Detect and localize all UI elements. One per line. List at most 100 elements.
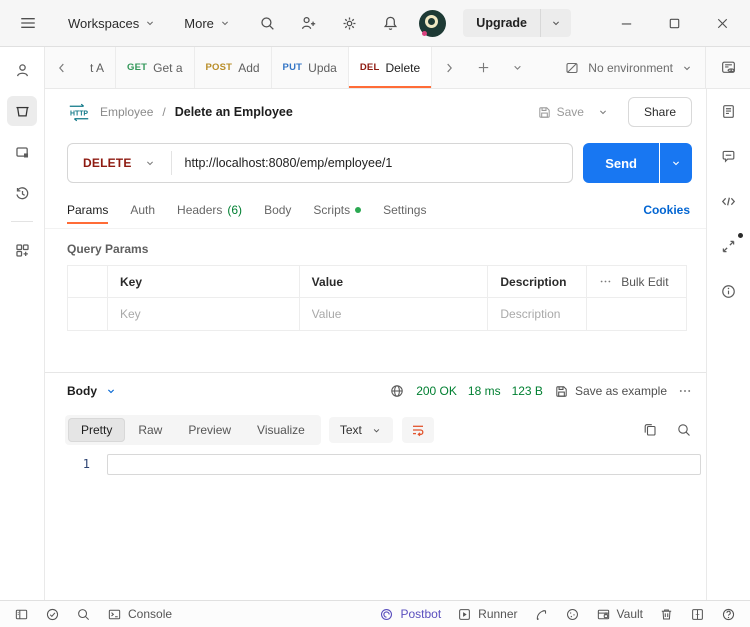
more-menu[interactable]: More [184,16,231,31]
tab-label: Get a [153,60,183,75]
response-size[interactable]: 123 B [512,384,543,398]
response-pane: Body 200 OK 18 ms 123 B Save as example … [45,372,706,600]
more-options-icon [599,275,612,288]
save-as-example-button[interactable]: Save as example [554,384,667,399]
tab-forward-icon[interactable] [432,47,466,88]
method-dropdown[interactable]: DELETE [68,156,171,170]
request-tab-1[interactable]: GET Get a [116,47,195,88]
tab-auth[interactable]: Auth [130,191,155,228]
chevron-down-icon [219,17,231,29]
key-input[interactable] [120,307,287,321]
code-snippet-icon[interactable] [715,187,743,215]
tab-back-icon[interactable] [45,47,79,88]
request-tab-2[interactable]: POST Add [195,47,272,88]
more-label: More [184,15,214,31]
bulk-edit-button[interactable]: Bulk Edit [587,266,686,297]
request-tab-0[interactable]: t A [79,47,117,88]
tab-headers[interactable]: Headers (6) [177,191,242,228]
close-window-icon[interactable] [710,11,734,35]
view-pretty[interactable]: Pretty [68,418,126,442]
checks-icon[interactable] [41,607,64,622]
capture-requests-icon[interactable] [530,607,553,622]
status-badge[interactable]: 200 OK [416,384,457,398]
save-button[interactable]: Save [537,105,584,120]
help-icon[interactable] [717,607,740,622]
save-options-chevron-icon[interactable] [597,106,609,118]
environment-quick-look-icon[interactable] [705,47,750,88]
response-body-line[interactable] [107,454,701,475]
notifications-bell-icon[interactable] [378,11,402,35]
tab-settings[interactable]: Settings [383,191,426,228]
upgrade-button[interactable]: Upgrade [463,9,540,37]
view-visualize[interactable]: Visualize [244,418,318,442]
no-environment-icon [564,60,580,76]
copy-icon[interactable] [642,422,658,438]
window-controls [614,11,734,35]
sidebar-configure-modules-icon[interactable] [7,235,37,265]
tab-body[interactable]: Body [264,191,291,228]
response-body-dropdown[interactable]: Body [67,384,117,398]
minimize-window-icon[interactable] [614,11,638,35]
request-tab-strip: t A GET Get a POST Add PUT Upda DEL Dele… [45,47,750,89]
row-select-cell[interactable] [68,298,108,330]
sidebar-item-history-icon[interactable] [7,178,37,208]
workspaces-menu[interactable]: Workspaces [68,16,156,31]
description-input[interactable] [500,307,575,321]
environment-selector[interactable]: No environment [552,47,705,88]
cookies-icon[interactable] [561,607,584,622]
value-input[interactable] [311,307,476,321]
tab-params[interactable]: Params [67,191,109,228]
breadcrumb-collection[interactable]: Employee [100,105,153,119]
main-menu-icon[interactable] [16,11,40,35]
url-input[interactable] [171,156,573,170]
wrap-line-icon[interactable] [401,417,434,443]
upgrade-chevron-down-icon[interactable] [541,9,571,37]
format-dropdown[interactable]: Text [328,417,393,443]
vault-button[interactable]: Vault [592,607,647,622]
send-button[interactable]: Send [583,143,659,183]
toggle-sidebar-icon[interactable] [10,607,33,622]
postbot-icon [379,607,394,622]
tab-scripts[interactable]: Scripts [313,191,362,228]
split-pane-icon[interactable] [686,607,709,622]
find-replace-icon[interactable] [72,607,95,622]
sidebar-item-environments-icon[interactable] [7,137,37,167]
app-header: Workspaces More Upgrade [0,0,750,47]
runner-button[interactable]: Runner [453,607,521,622]
query-params-title: Query Params [67,242,149,256]
share-button[interactable]: Share [627,97,692,127]
add-tab-icon[interactable] [466,47,500,88]
related-requests-icon[interactable] [715,232,743,260]
request-tab-3[interactable]: PUT Upda [272,47,349,88]
response-more-options-icon[interactable] [678,384,692,398]
request-tab-4-active[interactable]: DEL Delete [348,47,433,88]
sidebar-item-apis-icon[interactable] [7,55,37,85]
value-cell [300,298,489,330]
postbot-button[interactable]: Postbot [375,607,445,622]
response-body-editor: 1 [45,451,706,600]
settings-gear-icon[interactable] [337,11,361,35]
notification-dot [737,233,743,238]
view-preview[interactable]: Preview [175,418,244,442]
response-time[interactable]: 18 ms [468,384,501,398]
sidebar-item-collections-icon[interactable] [7,96,37,126]
globe-icon[interactable] [389,383,405,399]
search-response-icon[interactable] [676,422,692,438]
comments-icon[interactable] [715,142,743,170]
method-badge: POST [205,62,233,73]
tab-options-chevron-icon[interactable] [500,47,534,88]
request-info-icon[interactable] [715,277,743,305]
maximize-window-icon[interactable] [662,11,686,35]
search-icon[interactable] [255,11,279,35]
environment-label: No environment [588,60,673,75]
user-avatar[interactable] [419,9,447,37]
trash-icon[interactable] [655,607,678,622]
send-options-chevron-icon[interactable] [660,143,692,183]
invite-user-icon[interactable] [296,11,320,35]
chevron-down-icon [144,157,156,169]
cookies-link[interactable]: Cookies [643,203,690,217]
console-button[interactable]: Console [103,607,176,622]
documentation-icon[interactable] [715,97,743,125]
view-raw[interactable]: Raw [125,418,175,442]
